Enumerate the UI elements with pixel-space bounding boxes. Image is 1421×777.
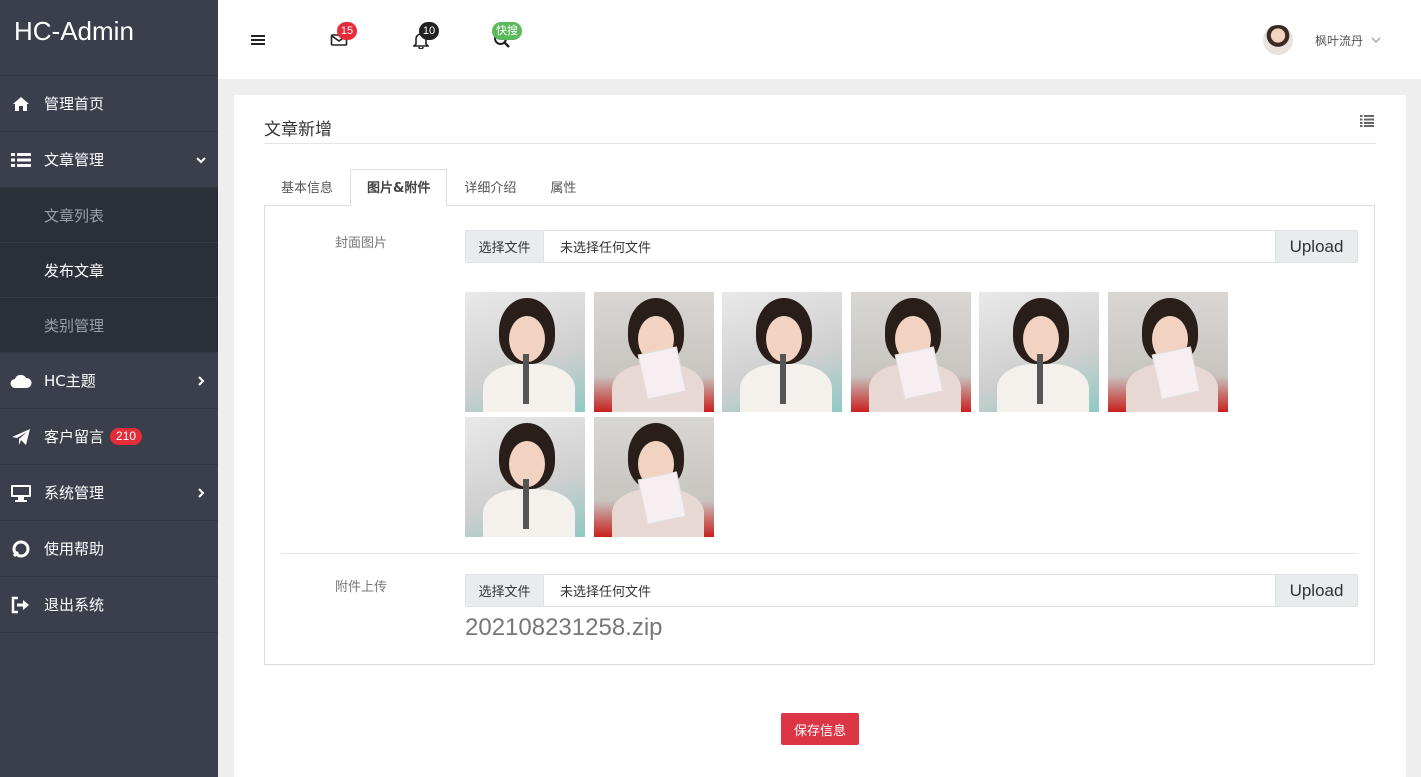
sidebar-item-label: 客户留言 [44, 428, 105, 446]
mail-count-badge: 15 [337, 22, 357, 40]
top-navbar: 15 10 快搜 枫叶流丹 [218, 0, 1421, 79]
sidebar-item-label: 使用帮助 [44, 540, 105, 558]
cover-image-thumbnail[interactable] [979, 292, 1100, 412]
sidebar-item-articles[interactable]: 文章管理 [0, 132, 218, 188]
notification-count-badge: 10 [419, 22, 439, 40]
cover-image-thumbnail[interactable] [593, 417, 714, 537]
chevron-right-icon [194, 374, 208, 388]
list-icon [10, 149, 32, 171]
attachment-upload-button[interactable]: Upload [1275, 575, 1357, 606]
sidebar-item-system[interactable]: 系统管理 [0, 465, 218, 521]
tab-panel-images-attachments: 封面图片 选择文件 未选择任何文件 Upload 附件上传 选择文件 未选择任何… [264, 205, 1375, 665]
tab-bar: 基本信息 图片&附件 详细介绍 属性 [264, 169, 593, 206]
cover-image-thumbnail[interactable] [593, 292, 714, 412]
tab-attributes[interactable]: 属性 [533, 169, 593, 206]
chevron-down-icon [1371, 32, 1381, 48]
page-title: 文章新增 [264, 120, 332, 140]
sidebar-item-label: 系统管理 [44, 484, 105, 502]
divider [281, 553, 1358, 554]
attachment-label: 附件上传 [335, 580, 388, 595]
tab-basic-info[interactable]: 基本信息 [264, 169, 350, 206]
sidebar: HC-Admin 管理首页 文章管理 文章列表 发布文章 类别管理 HC主题 客… [0, 0, 218, 777]
sign-out-icon [10, 594, 32, 616]
sidebar-item-logout[interactable]: 退出系统 [0, 577, 218, 633]
sidebar-item-label: 管理首页 [44, 95, 105, 113]
quick-search-button[interactable]: 快搜 [490, 22, 522, 54]
sidebar-item-label: 文章管理 [44, 151, 105, 169]
sidebar-item-label: HC主题 [44, 372, 96, 390]
sidebar-subitem-categories[interactable]: 类别管理 [0, 298, 218, 353]
tab-details[interactable]: 详细介绍 [447, 169, 533, 206]
avatar [1262, 25, 1293, 55]
hamburger-icon [250, 33, 266, 51]
cover-image-thumbnail[interactable] [1108, 292, 1228, 412]
sidebar-item-theme[interactable]: HC主题 [0, 353, 218, 409]
attachment-choose-file-button[interactable]: 选择文件 [466, 575, 544, 606]
notifications-button[interactable]: 10 [409, 22, 439, 54]
save-button[interactable]: 保存信息 [781, 713, 859, 745]
tab-images-attachments[interactable]: 图片&附件 [350, 169, 448, 206]
user-menu[interactable]: 枫叶流丹 [1262, 25, 1381, 55]
sidebar-subitem-article-list[interactable]: 文章列表 [0, 188, 218, 243]
cloud-icon [10, 370, 32, 392]
cover-choose-file-button[interactable]: 选择文件 [466, 231, 544, 262]
paper-plane-icon [10, 426, 32, 448]
content-card: 文章新增 基本信息 图片&附件 详细介绍 属性 封面图片 选择文件 未选择任何文… [234, 95, 1406, 777]
quick-search-badge: 快搜 [492, 22, 522, 40]
sidebar-toggle-button[interactable] [246, 30, 270, 54]
sidebar-item-messages[interactable]: 客户留言 210 [0, 409, 218, 465]
sidebar-subitem-publish-article[interactable]: 发布文章 [0, 243, 218, 298]
cover-file-input[interactable]: 选择文件 未选择任何文件 Upload [465, 230, 1358, 263]
sidebar-item-home[interactable]: 管理首页 [0, 76, 218, 132]
sidebar-item-label: 退出系统 [44, 596, 105, 614]
life-ring-icon [10, 538, 32, 560]
brand-logo[interactable]: HC-Admin [0, 0, 218, 76]
attachment-file-name[interactable]: 未选择任何文件 [544, 575, 1275, 606]
cover-image-thumbnail[interactable] [465, 417, 585, 537]
card-menu-button[interactable] [1360, 115, 1376, 129]
desktop-icon [10, 482, 32, 504]
mail-button[interactable]: 15 [327, 22, 357, 54]
user-name: 枫叶流丹 [1314, 33, 1363, 48]
cover-upload-button[interactable]: Upload [1275, 231, 1357, 262]
attachment-file-input[interactable]: 选择文件 未选择任何文件 Upload [465, 574, 1358, 607]
divider [264, 143, 1376, 144]
cover-image-label: 封面图片 [335, 236, 388, 251]
cover-file-name[interactable]: 未选择任何文件 [544, 231, 1275, 262]
attachment-uploaded-file[interactable]: 202108231258.zip [465, 614, 663, 642]
messages-count-badge: 210 [110, 428, 143, 445]
cover-image-thumbnail[interactable] [465, 292, 585, 412]
list-icon [1360, 115, 1374, 131]
cover-image-thumbnail[interactable] [722, 292, 843, 412]
home-icon [10, 93, 32, 115]
sidebar-item-help[interactable]: 使用帮助 [0, 521, 218, 577]
cover-image-thumbnail[interactable] [850, 292, 971, 412]
chevron-right-icon [194, 486, 208, 500]
chevron-down-icon [194, 153, 208, 167]
